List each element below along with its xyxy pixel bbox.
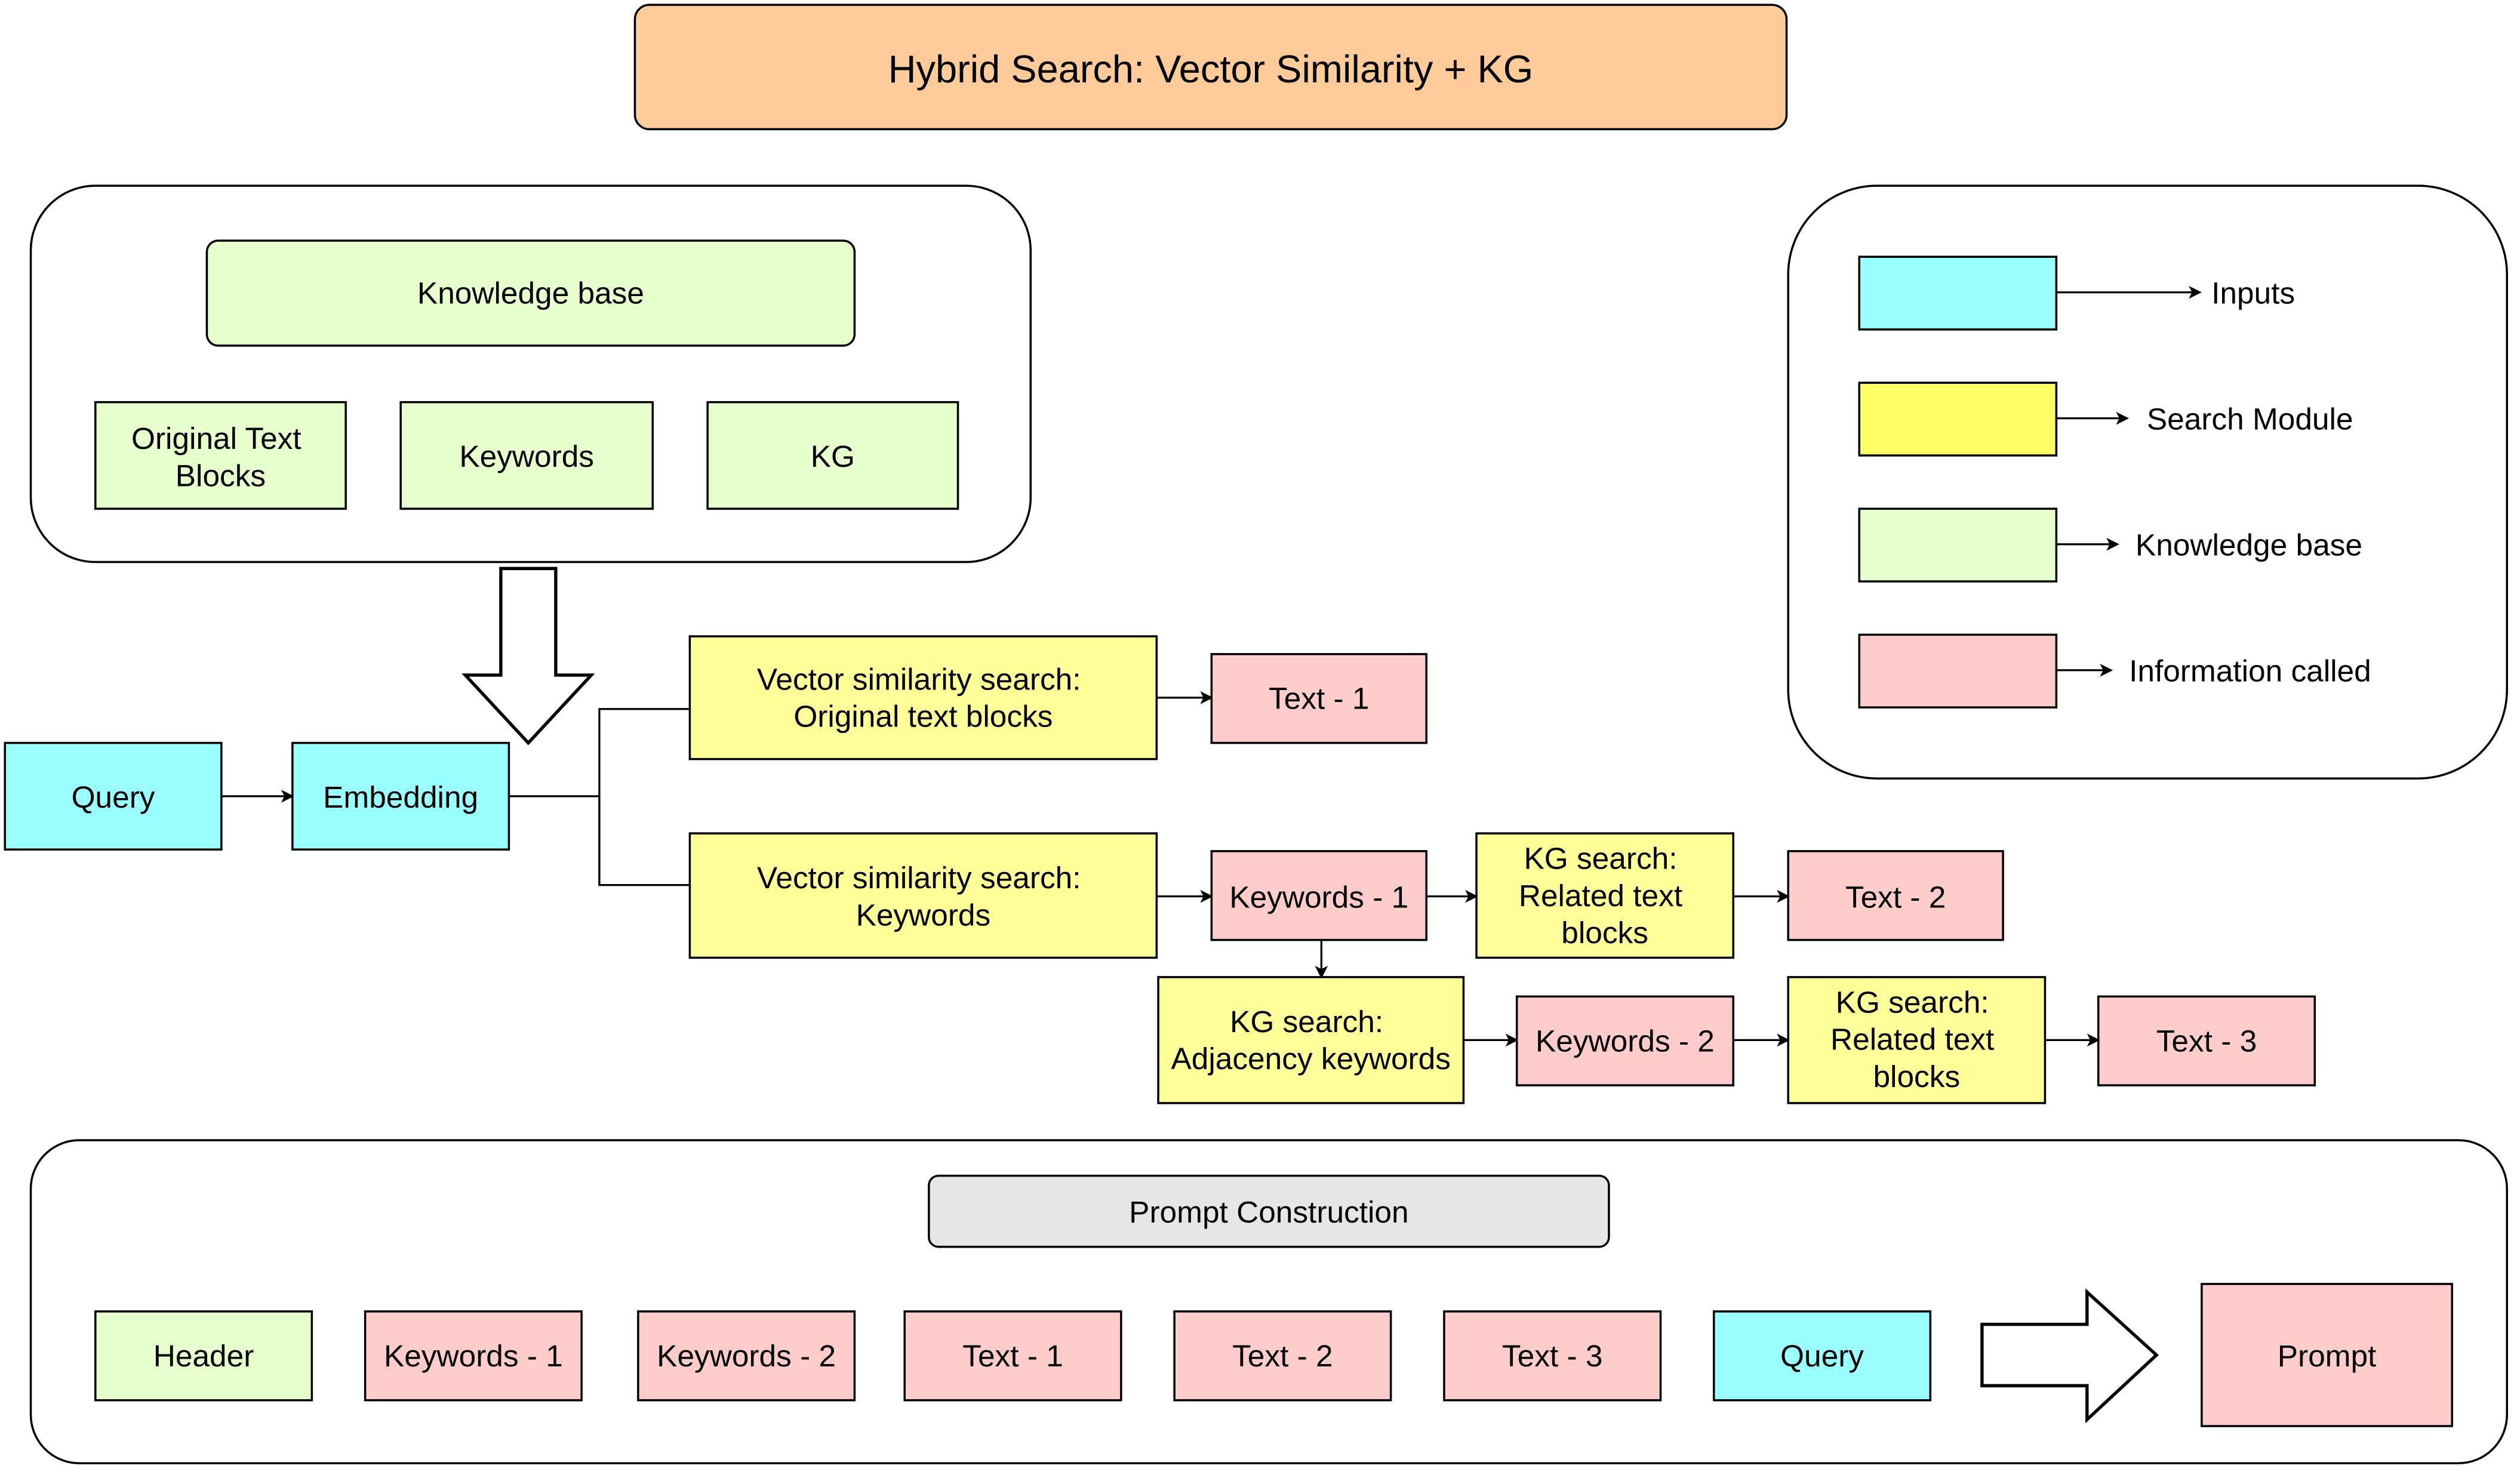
kadj-line-2: Adjacency keywords — [1171, 1041, 1450, 1076]
vector-search-original-box — [688, 635, 1158, 760]
prompt-output-label: Prompt — [2278, 1338, 2377, 1373]
kadj-line-1: KG search: — [1230, 1004, 1383, 1039]
vsk-line-2: Keywords — [856, 897, 991, 932]
legend-swatch-information-called — [1858, 633, 2058, 709]
krb-line-2: Related text — [1830, 1022, 1994, 1057]
legend-label-information-called: Information called — [2129, 654, 2371, 688]
legend-swatch-knowledge-base — [1858, 507, 2058, 583]
prompt-item-query-label: Query — [1780, 1338, 1864, 1373]
prompt-item-keywords-2-label: Keywords - 2 — [657, 1338, 836, 1373]
prompt-item-header-label: Header — [153, 1338, 254, 1373]
kb-original-line-1: Original Text — [131, 421, 301, 455]
knowledge-base-down-arrow — [461, 566, 595, 746]
vector-search-keywords-box — [688, 832, 1158, 959]
connector-branch-upper — [598, 708, 690, 885]
connector-branch-lower — [598, 796, 690, 886]
kb-kg-label: KG — [811, 439, 855, 473]
title-box: Hybrid Search: Vector Similarity + KG — [633, 4, 1788, 131]
diagram-canvas: Hybrid Search: Vector Similarity + KG Kn… — [4, 4, 2508, 1464]
legend-label-inputs: Inputs — [2211, 276, 2295, 310]
prompt-item-keywords-1-label: Keywords - 1 — [384, 1338, 563, 1373]
knowledge-base-group: Knowledge base Original Text Blocks Keyw… — [29, 184, 1032, 564]
title-text: Hybrid Search: Vector Similarity + KG — [888, 47, 1534, 91]
kra-line-1: KG search: — [1524, 841, 1677, 876]
prompt-construction-header: Prompt Construction — [1129, 1194, 1408, 1229]
prompt-construction-group: Prompt Construction Header Keywords - 1 Ke… — [29, 1139, 2508, 1464]
keywords2-label: Keywords - 2 — [1536, 1023, 1715, 1058]
vsk-line-1: Vector similarity search: — [757, 860, 1081, 895]
legend-swatch-search-module — [1858, 381, 2058, 457]
knowledge-base-header: Knowledge base — [417, 276, 644, 310]
kb-keywords-label: Keywords — [459, 439, 594, 473]
embedding-label: Embedding — [323, 780, 478, 814]
text2-label: Text - 2 — [1845, 880, 1946, 915]
legend: Inputs Search Module Knowledge base Info… — [1787, 184, 2508, 780]
krb-line-3: blocks — [1873, 1059, 1960, 1094]
prompt-items: Header Keywords - 1 Keywords - 2 Text - 1 Te… — [94, 1310, 1932, 1402]
keywords1-label: Keywords - 1 — [1229, 880, 1408, 915]
kg-adjacency-box — [1157, 976, 1465, 1104]
text3-label: Text - 3 — [2156, 1023, 2257, 1058]
prompt-item-text-3-label: Text - 3 — [1502, 1338, 1603, 1373]
legend-label-search-module: Search Module — [2147, 402, 2353, 436]
vso-line-2: Original text blocks — [793, 699, 1053, 734]
kb-original-line-2: Blocks — [176, 458, 266, 492]
query-label: Query — [72, 780, 155, 814]
prompt-item-text-1-label: Text - 1 — [962, 1338, 1063, 1373]
krb-line-1: KG search: — [1836, 984, 1989, 1019]
text1-label: Text - 1 — [1269, 681, 1370, 716]
vso-line-1: Vector similarity search: — [757, 661, 1081, 696]
kra-line-2: Related text — [1519, 878, 1682, 913]
legend-swatch-inputs — [1858, 255, 2058, 331]
legend-label-knowledge-base: Knowledge base — [2136, 528, 2362, 562]
kra-line-3: blocks — [1561, 915, 1648, 950]
prompt-item-text-2-label: Text - 2 — [1232, 1338, 1333, 1373]
